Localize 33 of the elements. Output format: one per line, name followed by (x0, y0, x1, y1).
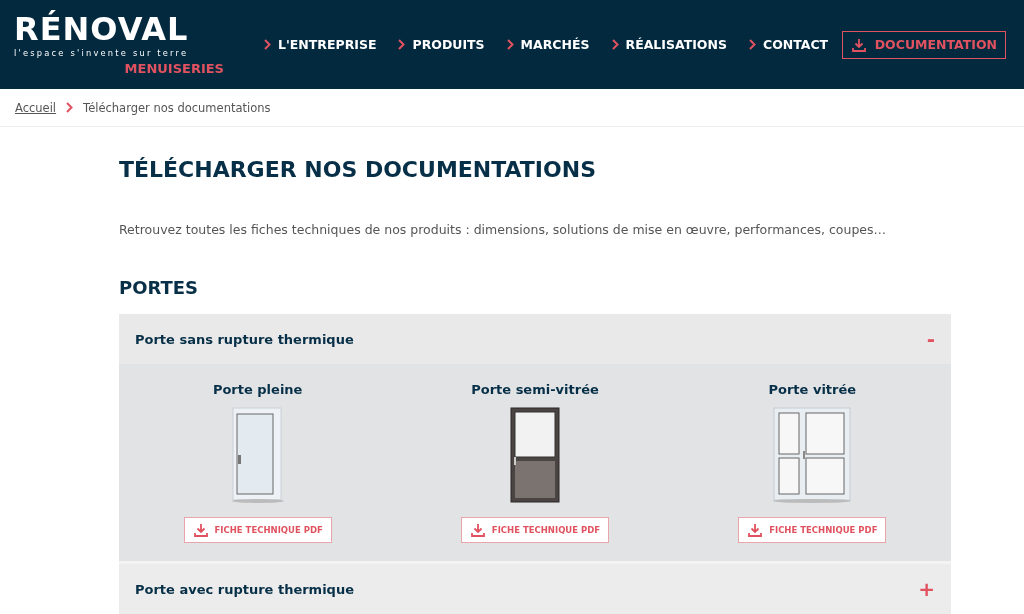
download-icon (850, 36, 867, 53)
product-name: Porte pleine (212, 382, 303, 397)
accordion-title: Porte sans rupture thermique (135, 331, 354, 347)
download-icon (747, 522, 764, 538)
datasheet-button[interactable]: FICHE TECHNIQUE PDF (460, 517, 610, 543)
datasheet-button[interactable]: FICHE TECHNIQUE PDF (183, 517, 332, 543)
breadcrumb-current: Télécharger nos documentations (83, 100, 271, 115)
chevron-icon (611, 39, 619, 50)
chevron-icon (66, 102, 74, 113)
nav-link[interactable]: CONTACT (748, 37, 829, 52)
chevron-icon (506, 39, 514, 50)
section-heading: PORTES (119, 277, 200, 298)
breadcrumb-link[interactable]: Accueil (15, 100, 57, 115)
accordion-header[interactable]: Porte sans rupture thermique - (119, 314, 951, 364)
accordion-title: Porte avec rupture thermique (135, 581, 354, 597)
nav-link[interactable]: RÉALISATIONS (611, 37, 727, 52)
chevron-icon (264, 39, 271, 50)
accordion-header[interactable]: Porte avec rupture thermique + (119, 561, 951, 614)
datasheet-button[interactable]: FICHE TECHNIQUE PDF (738, 517, 887, 543)
download-icon (469, 522, 486, 538)
chevron-icon (398, 39, 406, 50)
logo-tagline: l'espace s'invente sur terre (14, 48, 189, 58)
product-name: Porte vitrée (768, 382, 857, 397)
logo-subtitle: MENUISERIES (124, 61, 224, 76)
product-name: Porte semi-vitrée (471, 382, 599, 397)
chevron-icon (748, 39, 756, 50)
download-icon (192, 522, 209, 538)
page-title: TÉLÉCHARGER NOS DOCUMENTATIONS (119, 157, 597, 182)
documentation-button[interactable]: DOCUMENTATION (841, 30, 1006, 59)
nav-link[interactable]: MARCHÉS (506, 37, 590, 52)
nav-link[interactable]: PRODUITS (398, 37, 485, 52)
nav-link[interactable]: L'ENTREPRISE (264, 37, 377, 52)
intro-text: Retrouvez toutes les fiches techniques de nos produits : dimensions, solutions de mise en œuvre, performances, coupes… (119, 222, 888, 237)
